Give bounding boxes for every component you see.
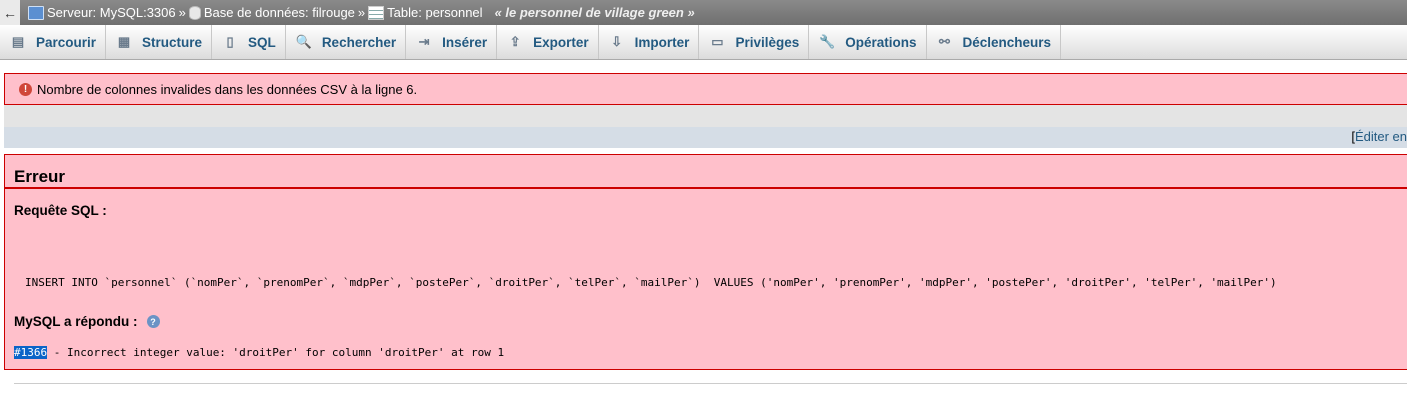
error-divider [5, 187, 1407, 189]
tab-label: Parcourir [36, 34, 97, 50]
tab-inserer[interactable]: ⇥ Insérer [406, 25, 498, 59]
browse-icon: ▤ [11, 34, 25, 49]
breadcrumb-database[interactable]: Base de données: filrouge [188, 5, 355, 20]
tab-exporter[interactable]: ⇪ Exporter [497, 25, 599, 59]
error-notice-text: Nombre de colonnes invalides dans les do… [37, 81, 418, 97]
breadcrumb-separator: » [357, 5, 366, 20]
search-icon: 🔍 [295, 34, 312, 49]
wrench-icon: 🔧 [819, 34, 836, 49]
edit-link-label[interactable]: Éditer en [1355, 129, 1407, 144]
privileges-icon: ▭ [711, 34, 724, 49]
error-icon: ! [19, 82, 32, 96]
tab-operations[interactable]: 🔧 Opérations [809, 25, 927, 59]
tab-parcourir[interactable]: ▤ Parcourir [0, 25, 107, 59]
sql-query: INSERT INTO `personnel` (`nomPer`, `pren… [25, 276, 1277, 289]
tab-privileges[interactable]: ▭ Privilèges [699, 25, 810, 59]
help-icon[interactable]: ? [146, 315, 160, 328]
tab-label: Opérations [845, 34, 917, 50]
breadcrumb-table-label[interactable]: Table: personnel [387, 5, 482, 20]
sql-query-label: Requête SQL : [14, 203, 107, 218]
breadcrumb-table[interactable]: Table: personnel [368, 5, 483, 20]
grey-band [4, 105, 1407, 127]
import-icon: ⇩ [611, 34, 623, 49]
tab-declencheurs[interactable]: ⚯ Déclencheurs [927, 25, 1062, 59]
breadcrumb-separator: » [178, 5, 186, 20]
tab-rechercher[interactable]: 🔍 Rechercher [286, 25, 407, 59]
server-icon [28, 5, 44, 20]
edit-inline-link[interactable]: [Éditer en [1351, 129, 1407, 144]
tab-importer[interactable]: ⇩ Importer [599, 25, 700, 59]
error-code[interactable]: #1366 [14, 346, 48, 359]
grey-band-blue [4, 127, 1407, 148]
error-box: Erreur Requête SQL : INSERT INTO `person… [4, 154, 1407, 370]
error-title: Erreur [14, 167, 66, 186]
tab-label: Importer [634, 34, 690, 50]
tab-label: Privilèges [735, 34, 800, 50]
breadcrumb-server-label[interactable]: Serveur: MySQL:3306 [47, 5, 176, 20]
triggers-icon: ⚯ [939, 34, 950, 49]
database-icon [188, 5, 201, 20]
table-comment: « le personnel de village green » [494, 5, 695, 20]
tab-sql[interactable]: ▯ SQL [212, 25, 286, 59]
export-icon: ⇪ [509, 34, 521, 49]
structure-icon: ▦ [117, 34, 131, 49]
error-message: #1366 - Incorrect integer value: 'droitP… [14, 346, 504, 359]
breadcrumb-database-label[interactable]: Base de données: filrouge [204, 5, 355, 20]
error-message-text: - Incorrect integer value: 'droitPer' fo… [47, 346, 505, 359]
tab-label: Déclencheurs [962, 34, 1052, 50]
tab-label: Rechercher [321, 34, 397, 50]
breadcrumb-server[interactable]: Serveur: MySQL:3306 [28, 5, 176, 20]
mysql-response-text: MySQL a répondu : [14, 314, 138, 329]
insert-icon: ⇥ [418, 34, 430, 49]
back-arrow-icon[interactable]: ← [0, 0, 20, 25]
tab-label: Structure [142, 34, 203, 50]
breadcrumb: ← Serveur: MySQL:3306 » Base de données:… [0, 0, 1407, 25]
tab-label: Insérer [442, 34, 488, 50]
error-notice: ! Nombre de colonnes invalides dans les … [4, 73, 1407, 105]
tab-label: SQL [248, 34, 276, 50]
bottom-divider [14, 383, 1407, 384]
mysql-response-label: MySQL a répondu : ? [14, 314, 160, 329]
tab-label: Exporter [533, 34, 589, 50]
sql-icon: ▯ [226, 34, 234, 49]
table-icon [368, 5, 385, 20]
tab-menu: ▤ Parcourir ▦ Structure ▯ SQL 🔍 Rechercher ⇥… [0, 25, 1407, 60]
tab-structure[interactable]: ▦ Structure [106, 25, 213, 59]
